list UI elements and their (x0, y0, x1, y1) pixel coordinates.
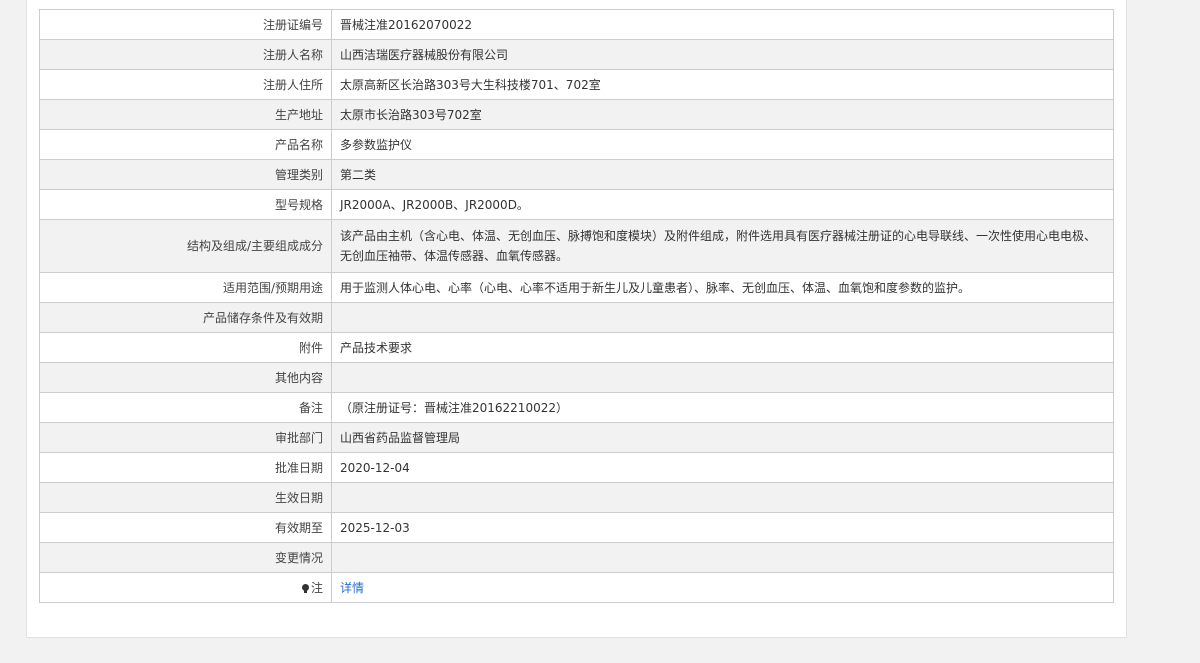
note-label: 注 (310, 580, 323, 595)
row-label: 备注 (39, 392, 332, 423)
row-label: 产品名称 (39, 129, 332, 160)
row-label: 管理类别 (39, 159, 332, 190)
row-value: 产品技术要求 (331, 332, 1114, 363)
row-label: 其他内容 (39, 362, 332, 393)
row-value (331, 482, 1114, 513)
table-row: 其他内容 (39, 362, 1114, 393)
table-row: 生产地址 太原市长治路303号702室 (39, 99, 1114, 130)
row-value: 山西洁瑞医疗器械股份有限公司 (331, 39, 1114, 70)
table-row: 附件 产品技术要求 (39, 332, 1114, 363)
row-label: 型号规格 (39, 189, 332, 220)
registration-detail-table: 注册证编号 晋械注准20162070022 注册人名称 山西洁瑞医疗器械股份有限… (39, 9, 1114, 603)
row-value: 第二类 (331, 159, 1114, 190)
table-row: 变更情况 (39, 542, 1114, 573)
table-row: 产品储存条件及有效期 (39, 302, 1114, 333)
row-value: 2025-12-03 (331, 512, 1114, 543)
table-row: 注册人名称 山西洁瑞医疗器械股份有限公司 (39, 39, 1114, 70)
note-value-cell: 详情 (331, 572, 1114, 603)
table-row: 结构及组成/主要组成成分 该产品由主机（含心电、体温、无创血压、脉搏饱和度模块）… (39, 219, 1114, 273)
row-label: 产品储存条件及有效期 (39, 302, 332, 333)
table-row: 管理类别 第二类 (39, 159, 1114, 190)
row-label: 批准日期 (39, 452, 332, 483)
row-label: 注册证编号 (39, 9, 332, 40)
row-label: 生产地址 (39, 99, 332, 130)
table-row: 批准日期 2020-12-04 (39, 452, 1114, 483)
row-value: 山西省药品监督管理局 (331, 422, 1114, 453)
table-row: 有效期至 2025-12-03 (39, 512, 1114, 543)
row-value (331, 542, 1114, 573)
row-label: 附件 (39, 332, 332, 363)
row-label: 审批部门 (39, 422, 332, 453)
row-value: 用于监测人体心电、心率（心电、心率不适用于新生儿及儿童患者）、脉率、无创血压、体… (331, 272, 1114, 303)
note-label-cell: 注 (39, 572, 332, 603)
row-value: （原注册证号：晋械注准20162210022） (331, 392, 1114, 423)
table-row: 注册证编号 晋械注准20162070022 (39, 9, 1114, 40)
row-value: 该产品由主机（含心电、体温、无创血压、脉搏饱和度模块）及附件组成，附件选用具有医… (331, 219, 1114, 273)
table-row: 备注 （原注册证号：晋械注准20162210022） (39, 392, 1114, 423)
row-label: 变更情况 (39, 542, 332, 573)
table-row: 适用范围/预期用途 用于监测人体心电、心率（心电、心率不适用于新生儿及儿童患者）… (39, 272, 1114, 303)
row-value: 太原市长治路303号702室 (331, 99, 1114, 130)
row-value (331, 362, 1114, 393)
table-row: 型号规格 JR2000A、JR2000B、JR2000D。 (39, 189, 1114, 220)
bulb-icon (301, 583, 309, 593)
row-value: 2020-12-04 (331, 452, 1114, 483)
row-label: 注册人住所 (39, 69, 332, 100)
table-row: 生效日期 (39, 482, 1114, 513)
row-value (331, 302, 1114, 333)
row-label: 有效期至 (39, 512, 332, 543)
row-label: 结构及组成/主要组成成分 (39, 219, 332, 273)
row-label: 适用范围/预期用途 (39, 272, 332, 303)
row-value: JR2000A、JR2000B、JR2000D。 (331, 189, 1114, 220)
note-row: 注 详情 (39, 572, 1114, 603)
detail-panel: 注册证编号 晋械注准20162070022 注册人名称 山西洁瑞医疗器械股份有限… (26, 0, 1127, 638)
row-label: 生效日期 (39, 482, 332, 513)
row-value: 晋械注准20162070022 (331, 9, 1114, 40)
table-row: 产品名称 多参数监护仪 (39, 129, 1114, 160)
details-link[interactable]: 详情 (340, 581, 364, 595)
row-value: 多参数监护仪 (331, 129, 1114, 160)
table-row: 注册人住所 太原高新区长治路303号大生科技楼701、702室 (39, 69, 1114, 100)
table-row: 审批部门 山西省药品监督管理局 (39, 422, 1114, 453)
row-value: 太原高新区长治路303号大生科技楼701、702室 (331, 69, 1114, 100)
row-label: 注册人名称 (39, 39, 332, 70)
